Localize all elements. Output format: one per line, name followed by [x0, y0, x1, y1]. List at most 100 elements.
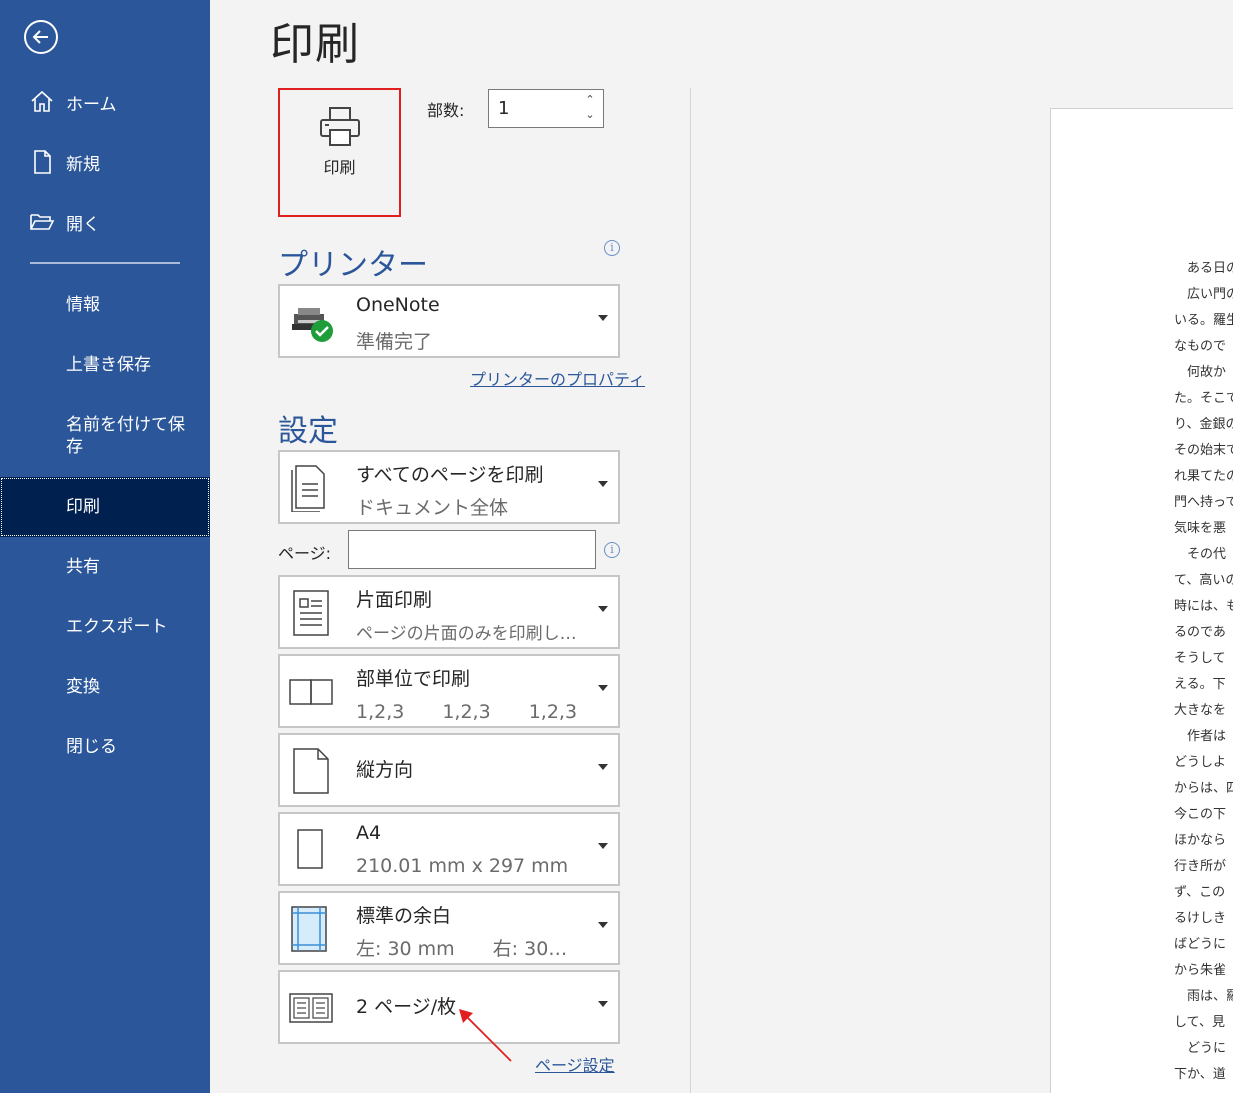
- pages-per-sheet-title: 2 ページ/枚: [356, 996, 457, 1018]
- preview-text-line: た。そこで: [1174, 391, 1233, 406]
- portrait-orientation-icon: [293, 748, 329, 794]
- nav-close[interactable]: 閉じる: [0, 736, 210, 758]
- preview-text-line: るのであ: [1174, 625, 1226, 640]
- copies-value: 1: [498, 98, 510, 119]
- preview-text-line: り、金銀の: [1174, 417, 1233, 432]
- sides-title: 片面印刷: [356, 589, 433, 611]
- nav-open[interactable]: 開く: [0, 200, 210, 244]
- collate-dropdown[interactable]: 部単位で印刷 1,2,3 1,2,3 1,2,3: [278, 654, 620, 728]
- preview-text-line: 時には、も: [1174, 599, 1233, 614]
- preview-text-line: どうしよ: [1174, 755, 1227, 770]
- copies-spinner[interactable]: ⌃ ⌄: [583, 92, 597, 125]
- spin-up-icon[interactable]: ⌃: [583, 92, 597, 107]
- preview-text-line: ほかなら: [1174, 833, 1227, 848]
- printer-info-icon[interactable]: i: [604, 240, 620, 256]
- printer-status: 準備完了: [356, 331, 433, 353]
- preview-text-line: その代: [1174, 547, 1227, 562]
- preview-text-line: 大きなを: [1174, 703, 1227, 718]
- preview-text-line: 門へ持って: [1174, 495, 1233, 510]
- paper-size-dropdown[interactable]: A4 210.01 mm x 297 mm: [278, 812, 620, 886]
- back-arrow-icon: [32, 30, 48, 44]
- print-range-title: すべてのページを印刷: [356, 464, 544, 486]
- margins-icon: [291, 906, 327, 952]
- preview-text-line: 広い門の: [1174, 287, 1233, 302]
- preview-text-line: れ果てたの: [1174, 469, 1233, 484]
- pages-per-sheet-dropdown[interactable]: 2 ページ/枚: [278, 970, 620, 1044]
- pages-info-icon[interactable]: i: [604, 542, 620, 558]
- preview-text-line: ず、この: [1174, 885, 1226, 900]
- new-document-icon: [34, 150, 51, 174]
- printer-properties-link[interactable]: プリンターのプロパティ: [470, 366, 645, 390]
- nav-export[interactable]: エクスポート: [0, 616, 210, 638]
- collate-subtitle: 1,2,3 1,2,3 1,2,3: [356, 701, 578, 723]
- margins-dropdown[interactable]: 標準の余白 左: 30 mm 右: 30…: [278, 891, 620, 965]
- preview-text-line: 下か、道: [1174, 1067, 1226, 1082]
- preview-text-line: いる。羅生: [1174, 313, 1233, 328]
- nav-transform[interactable]: 変換: [0, 676, 210, 698]
- nav-home-label: ホーム: [66, 94, 117, 115]
- paper-size-icon: [297, 829, 323, 869]
- home-icon: [31, 90, 53, 112]
- printer-dropdown[interactable]: OneNote 準備完了: [278, 284, 620, 358]
- preview-text-line: ばどうに: [1174, 937, 1227, 952]
- panel-divider: [690, 88, 691, 1093]
- annotation-arrow-icon: [459, 1009, 512, 1062]
- page-setup-link[interactable]: ページ設定: [535, 1052, 615, 1076]
- nav-print[interactable]: 印刷: [0, 477, 210, 537]
- one-sided-icon: [293, 590, 329, 636]
- paper-size-title: A4: [356, 822, 382, 844]
- sides-dropdown[interactable]: 片面印刷 ページの片面のみを印刷し…: [278, 575, 620, 649]
- printer-ready-icon: [292, 308, 333, 342]
- margins-subtitle: 左: 30 mm 右: 30…: [356, 938, 568, 960]
- print-preview-page: ある日の 広い門の いる。羅生 なもので 何故か た。そこで り、金銀の その始末で れ果て…: [1050, 108, 1233, 1093]
- preview-text-line: なもので: [1174, 339, 1227, 354]
- all-pages-icon: [291, 465, 325, 512]
- chevron-down-icon: [598, 764, 608, 770]
- print-button-label: 印刷: [323, 158, 356, 177]
- paper-size-subtitle: 210.01 mm x 297 mm: [356, 855, 569, 877]
- chevron-down-icon: [598, 606, 608, 612]
- print-range-subtitle: ドキュメント全体: [356, 497, 509, 519]
- preview-text-line: 気味を悪: [1174, 521, 1227, 536]
- chevron-down-icon: [598, 922, 608, 928]
- nav-new[interactable]: 新規: [0, 140, 210, 184]
- preview-text-line: て、高いの: [1174, 573, 1233, 588]
- print-range-dropdown[interactable]: すべてのページを印刷 ドキュメント全体: [278, 450, 620, 524]
- back-button[interactable]: [24, 20, 58, 54]
- nav-open-label: 開く: [66, 214, 100, 235]
- spin-down-icon[interactable]: ⌄: [583, 107, 597, 122]
- print-button[interactable]: 印刷: [278, 88, 401, 217]
- nav-share[interactable]: 共有: [0, 556, 210, 578]
- preview-text-line: るけしき: [1174, 911, 1227, 926]
- preview-text-line: どうに: [1174, 1041, 1227, 1056]
- preview-text-line: ある日の: [1174, 261, 1233, 276]
- nav-info[interactable]: 情報: [0, 294, 210, 316]
- pages-label: ページ:: [278, 544, 332, 563]
- collated-icon: [289, 679, 333, 705]
- preview-text-line: から朱雀: [1174, 963, 1227, 978]
- nav-divider: [30, 262, 180, 264]
- chevron-down-icon: [598, 685, 608, 691]
- copies-input[interactable]: 1 ⌃ ⌄: [488, 89, 604, 128]
- printer-name: OneNote: [356, 294, 440, 316]
- copies-label: 部数:: [427, 101, 465, 120]
- orientation-dropdown[interactable]: 縦方向: [278, 733, 620, 807]
- chevron-down-icon: [598, 1001, 608, 1007]
- two-pages-per-sheet-icon: [289, 993, 333, 1023]
- chevron-down-icon: [598, 315, 608, 321]
- preview-text-line: に来るこ: [1174, 1089, 1226, 1093]
- chevron-down-icon: [598, 843, 608, 849]
- nav-new-label: 新規: [66, 154, 100, 175]
- nav-save-as[interactable]: 名前を付けて保 存: [0, 414, 210, 458]
- printer-icon: [319, 107, 360, 146]
- preview-text-line: して、見: [1174, 1015, 1225, 1030]
- printer-heading: プリンター: [278, 248, 428, 283]
- nav-save[interactable]: 上書き保存: [0, 354, 210, 376]
- preview-text-line: 行き所が: [1174, 859, 1227, 874]
- collate-title: 部単位で印刷: [356, 668, 471, 690]
- pages-input[interactable]: [348, 530, 596, 569]
- preview-text-line: 作者は: [1174, 729, 1227, 744]
- backstage-sidebar: ホーム 新規 開く 情報 上書き保存 名前を付けて保 存 印刷 共有 エクスポー…: [0, 0, 210, 1093]
- preview-text-line: 何故か: [1174, 365, 1227, 380]
- nav-home[interactable]: ホーム: [0, 80, 210, 124]
